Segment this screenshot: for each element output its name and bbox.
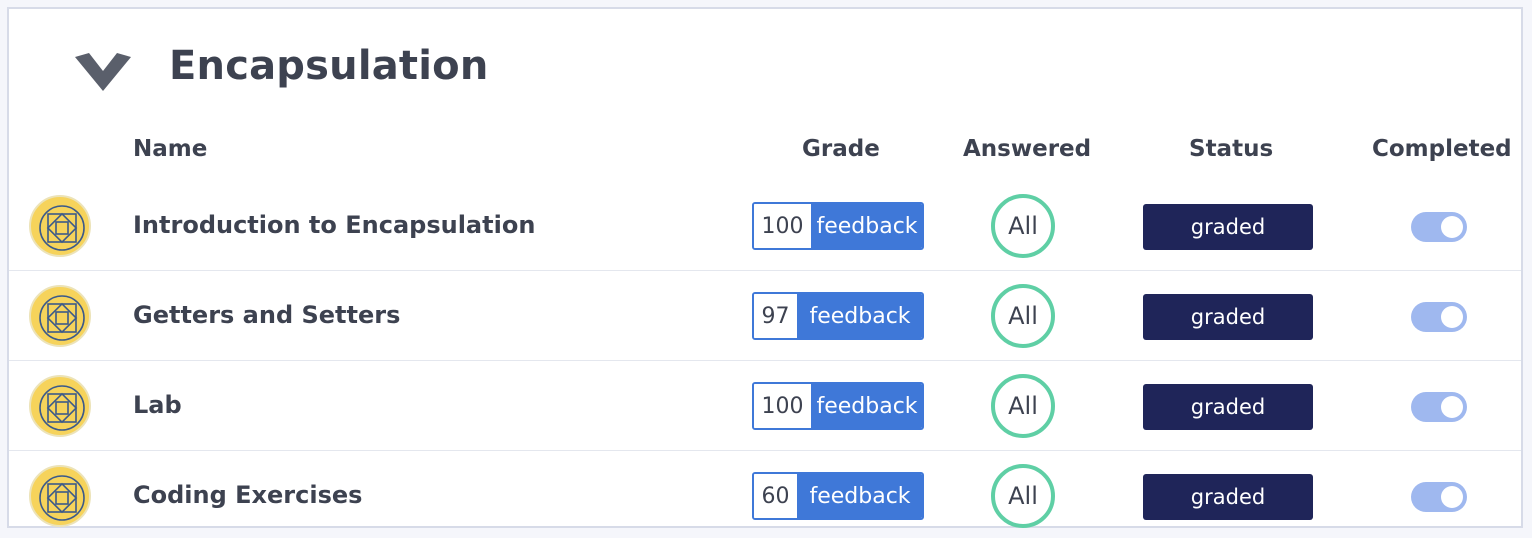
assignment-name[interactable]: Coding Exercises <box>133 481 362 509</box>
feedback-button[interactable]: feedback <box>798 474 922 518</box>
feedback-button[interactable]: feedback <box>812 384 922 428</box>
grade-value: 100 <box>754 384 812 428</box>
column-header-name: Name <box>133 136 208 162</box>
grade-value: 97 <box>754 294 798 338</box>
column-header-completed: Completed <box>1372 136 1512 162</box>
grade-value: 100 <box>754 204 812 248</box>
section-title: Encapsulation <box>169 43 489 89</box>
completed-toggle[interactable] <box>1411 212 1467 242</box>
column-header-answered: Answered <box>963 136 1092 162</box>
answered-indicator: All <box>991 374 1055 438</box>
assignment-badge-icon <box>29 285 91 347</box>
table-row[interactable]: Getters and Setters 97 feedback All grad… <box>9 271 1521 361</box>
answered-indicator: All <box>991 284 1055 348</box>
answered-indicator: All <box>991 464 1055 528</box>
table-row[interactable]: Introduction to Encapsulation 100 feedba… <box>9 181 1521 271</box>
toggle-knob <box>1441 216 1463 238</box>
grade-value: 60 <box>754 474 798 518</box>
feedback-button[interactable]: feedback <box>798 294 922 338</box>
status-badge: graded <box>1143 384 1313 430</box>
grade-widget: 100 feedback <box>752 202 924 250</box>
assignment-name[interactable]: Lab <box>133 391 182 419</box>
grade-widget: 60 feedback <box>752 472 924 520</box>
assignment-name[interactable]: Introduction to Encapsulation <box>133 211 535 239</box>
grade-widget: 100 feedback <box>752 382 924 430</box>
answered-indicator: All <box>991 194 1055 258</box>
assignment-badge-icon <box>29 375 91 437</box>
toggle-knob <box>1441 396 1463 418</box>
grade-widget: 97 feedback <box>752 292 924 340</box>
completed-toggle[interactable] <box>1411 302 1467 332</box>
assignment-badge-icon <box>29 195 91 257</box>
assignment-section-card: Encapsulation Name Grade Answered Status… <box>7 7 1523 528</box>
column-header-grade: Grade <box>802 136 880 162</box>
status-badge: graded <box>1143 294 1313 340</box>
completed-toggle[interactable] <box>1411 482 1467 512</box>
status-badge: graded <box>1143 474 1313 520</box>
completed-toggle[interactable] <box>1411 392 1467 422</box>
column-header-status: Status <box>1189 136 1274 162</box>
feedback-button[interactable]: feedback <box>812 204 922 248</box>
chevron-down-icon[interactable] <box>73 49 133 103</box>
status-badge: graded <box>1143 204 1313 250</box>
section-header[interactable]: Encapsulation <box>9 9 1521 129</box>
table-row[interactable]: Lab 100 feedback All graded <box>9 361 1521 451</box>
toggle-knob <box>1441 306 1463 328</box>
assignment-badge-icon <box>29 465 91 527</box>
assignment-name[interactable]: Getters and Setters <box>133 301 400 329</box>
toggle-knob <box>1441 486 1463 508</box>
table-row[interactable]: Coding Exercises 60 feedback All graded <box>9 451 1521 538</box>
